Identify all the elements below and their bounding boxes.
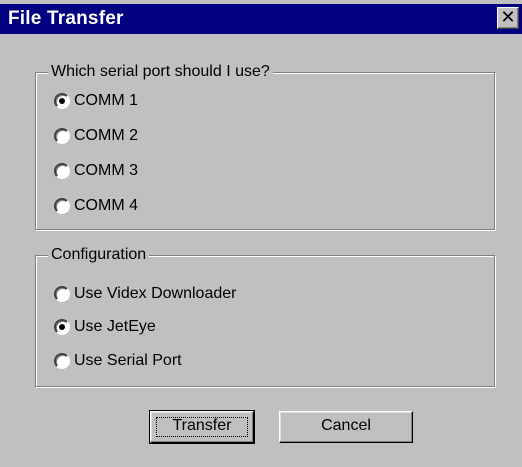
close-button[interactable]: ✕ xyxy=(497,7,519,29)
radio-label: Use Serial Port xyxy=(74,352,182,369)
radio-comm-3[interactable]: COMM 3 xyxy=(54,159,138,183)
radio-button[interactable] xyxy=(54,198,70,214)
radio-label: COMM 2 xyxy=(74,127,138,144)
cancel-button[interactable]: Cancel xyxy=(279,411,413,443)
radio-use-serial-port[interactable]: Use Serial Port xyxy=(54,349,182,373)
radio-comm-4[interactable]: COMM 4 xyxy=(54,194,138,218)
transfer-button-label: Transfer xyxy=(172,417,232,434)
radio-label: Use Videx Downloader xyxy=(74,285,237,302)
serial-port-group-legend: Which serial port should I use? xyxy=(48,62,273,82)
radio-use-jeteye[interactable]: Use JetEye xyxy=(54,315,156,339)
radio-button[interactable] xyxy=(54,93,70,109)
transfer-button[interactable]: Transfer xyxy=(149,410,255,444)
radio-label: COMM 1 xyxy=(74,92,138,109)
file-transfer-dialog: File Transfer ✕ Which serial port should… xyxy=(0,0,522,467)
radio-dot-icon xyxy=(59,98,65,104)
serial-port-group: Which serial port should I use? COMM 1 C… xyxy=(35,62,495,230)
radio-label: COMM 4 xyxy=(74,197,138,214)
radio-button[interactable] xyxy=(54,163,70,179)
radio-dot-icon xyxy=(59,324,65,330)
radio-label: COMM 3 xyxy=(74,162,138,179)
title-bar[interactable]: File Transfer ✕ xyxy=(0,4,522,34)
cancel-button-label: Cancel xyxy=(321,417,371,434)
configuration-group-legend: Configuration xyxy=(48,245,150,265)
radio-comm-1[interactable]: COMM 1 xyxy=(54,89,138,113)
radio-button[interactable] xyxy=(54,319,70,335)
radio-button[interactable] xyxy=(54,128,70,144)
radio-label: Use JetEye xyxy=(74,318,156,335)
radio-button[interactable] xyxy=(54,286,70,302)
configuration-group: Configuration Use Videx Downloader Use J… xyxy=(35,245,495,387)
radio-use-videx-downloader[interactable]: Use Videx Downloader xyxy=(54,282,236,306)
radio-comm-2[interactable]: COMM 2 xyxy=(54,124,138,148)
close-icon: ✕ xyxy=(500,7,516,27)
radio-button[interactable] xyxy=(54,353,70,369)
window-title: File Transfer xyxy=(8,8,124,29)
